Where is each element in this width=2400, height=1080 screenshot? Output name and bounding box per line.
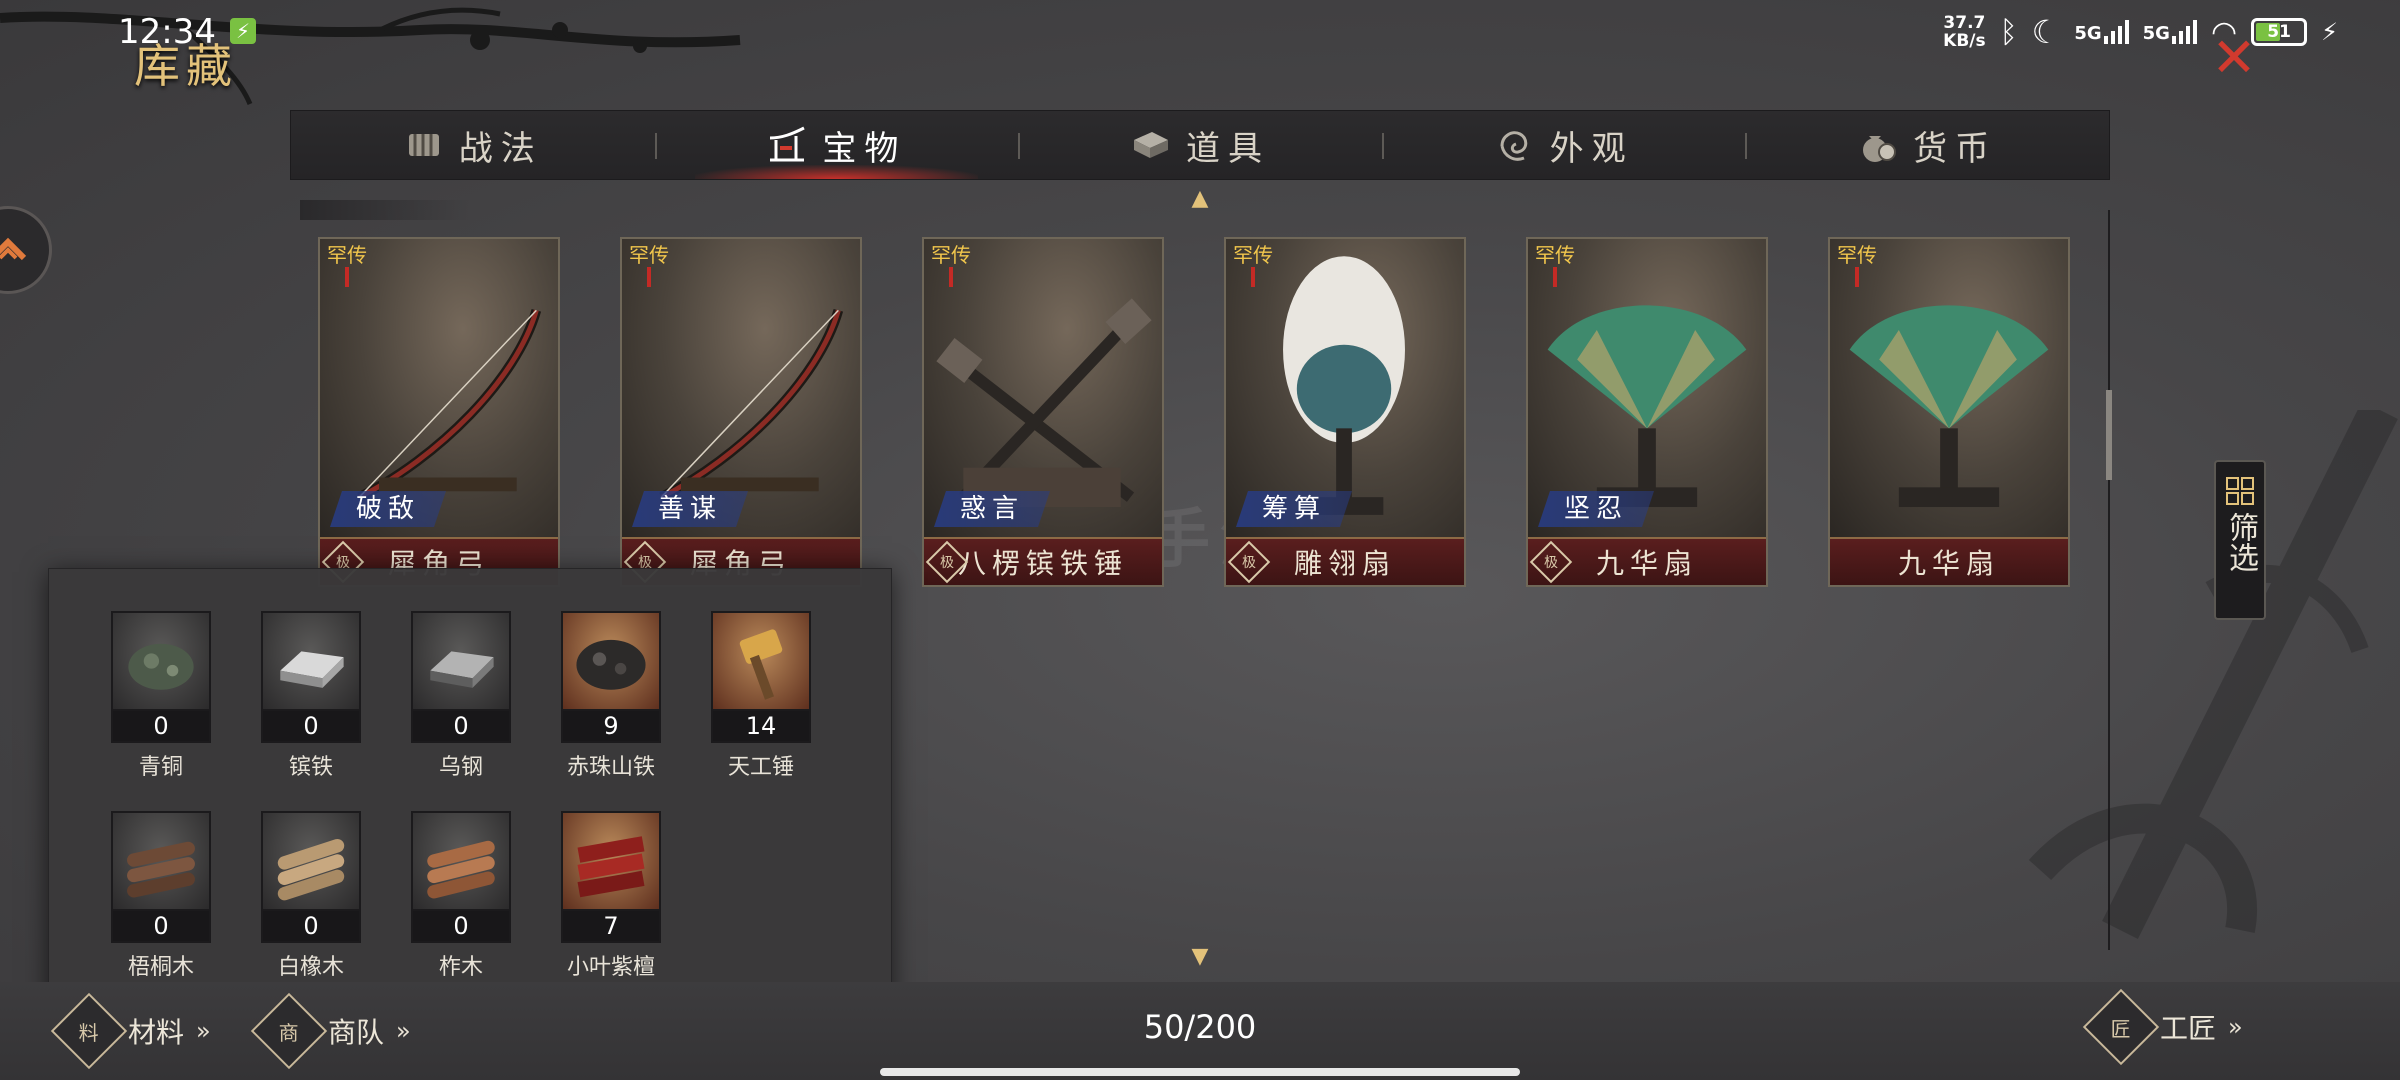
tab-tactics[interactable]: 战法 xyxy=(291,111,655,179)
bronze-ore-icon xyxy=(111,611,211,711)
material-item[interactable]: 0 乌钢 xyxy=(411,611,511,781)
material-item[interactable]: 14 天工锤 xyxy=(711,611,811,781)
rarity-badge: 罕传 xyxy=(1230,245,1276,301)
close-button[interactable]: ✕ xyxy=(2206,30,2262,86)
treasure-name: 雕翎扇 xyxy=(1293,547,1396,580)
double-chevron-icon: » xyxy=(2228,1013,2243,1041)
treasure-name: 九华扇 xyxy=(1897,547,2000,580)
steel-ingot-icon xyxy=(411,611,511,711)
treasure-card[interactable]: 罕传 九华扇 xyxy=(1828,237,2070,587)
scroll-down-arrow-icon[interactable]: ▼ xyxy=(1188,946,1212,968)
scroll-icon xyxy=(408,134,439,156)
rarity-badge: 罕传 xyxy=(928,245,974,301)
skill-tag: 筹算 xyxy=(1236,491,1352,527)
treasure-name: 九华扇 xyxy=(1595,547,1698,580)
tab-label: 宝物 xyxy=(822,128,907,169)
tab-label: 货币 xyxy=(1913,128,1998,169)
inventory-capacity: 50/200 xyxy=(1143,1008,1257,1046)
craftsman-emblem-icon: 匠 xyxy=(2082,988,2160,1066)
skill-tag: 惑言 xyxy=(934,491,1050,527)
material-item[interactable]: 0 梧桐木 xyxy=(111,811,211,981)
iron-ingot-icon xyxy=(261,611,361,711)
skill-tag: 善谋 xyxy=(632,491,748,527)
skill-tag: 破敌 xyxy=(330,491,446,527)
treasure-name-bar: 极 雕翎扇 xyxy=(1226,537,1464,585)
treasure-name-bar: 极 八楞镔铁锤 xyxy=(924,537,1162,585)
treasure-grid: 罕传 破敌 极 犀角弓 罕传 善谋 极 犀角弓 罕传 惑言 极 八楞镔铁锤 罕传… xyxy=(318,237,2078,589)
material-item[interactable]: 9 赤珠山铁 xyxy=(561,611,661,781)
material-item[interactable]: 0 镔铁 xyxy=(261,611,361,781)
pagoda-icon xyxy=(770,126,806,162)
scroll-up-arrow-icon[interactable]: ▲ xyxy=(1188,188,1212,210)
material-item[interactable]: 0 青铜 xyxy=(111,611,211,781)
treasure-name: 八楞镔铁锤 xyxy=(957,547,1128,580)
tab-currency[interactable]: 货币 xyxy=(1745,111,2109,179)
signal-5g-1: 5G xyxy=(2074,20,2129,44)
treasure-card[interactable]: 罕传 坚忍 极 九华扇 xyxy=(1526,237,1768,587)
tab-label: 战法 xyxy=(458,128,543,169)
material-item[interactable]: 0 白橡木 xyxy=(261,811,361,981)
treasure-name-bar: 极 九华扇 xyxy=(1528,537,1766,585)
tab-label: 外观 xyxy=(1549,128,1634,169)
grade-badge-icon: 极 xyxy=(1529,540,1573,584)
page-title: 库藏 xyxy=(134,39,238,93)
materials-button[interactable]: 料 材料 » xyxy=(50,992,211,1070)
bluetooth-icon: ᛒ xyxy=(1999,14,2018,50)
category-tab-bar: 战法 宝物 道具 外观 货币 xyxy=(290,110,2110,180)
ore-icon xyxy=(561,611,661,711)
rarity-badge: 罕传 xyxy=(1532,245,1578,301)
signal-bars-icon xyxy=(2171,20,2197,44)
double-chevron-icon: » xyxy=(396,1017,411,1045)
tab-appearance[interactable]: 外观 xyxy=(1381,111,1746,179)
charging-bolt-icon: ⚡ xyxy=(2321,18,2338,46)
grid-filter-icon xyxy=(2226,477,2254,505)
rarity-badge: 罕传 xyxy=(324,245,370,301)
material-item[interactable]: 7 小叶紫檀 xyxy=(561,811,661,981)
rarity-badge: 罕传 xyxy=(1834,245,1880,301)
filter-button[interactable]: 筛选 xyxy=(2214,460,2266,620)
double-chevron-icon: » xyxy=(196,1017,211,1045)
red-wood-icon xyxy=(561,811,661,911)
scrollbar-track[interactable] xyxy=(2108,210,2110,950)
treasure-card[interactable]: 罕传 破敌 极 犀角弓 xyxy=(318,237,560,587)
treasure-name-bar: 九华扇 xyxy=(1830,537,2068,585)
tab-treasures[interactable]: 宝物 xyxy=(654,111,1019,179)
treasure-card[interactable]: 罕传 筹算 极 雕翎扇 xyxy=(1224,237,1466,587)
craftsman-button[interactable]: 匠 工匠 » xyxy=(2082,988,2243,1066)
tab-items[interactable]: 道具 xyxy=(1018,111,1382,179)
network-speed: 37.7 KB/s xyxy=(1943,13,1986,51)
logs-icon xyxy=(261,811,361,911)
material-item[interactable]: 0 柞木 xyxy=(411,811,511,981)
side-arrow-icon xyxy=(0,237,27,261)
materials-emblem-icon: 料 xyxy=(50,992,128,1070)
home-indicator[interactable] xyxy=(880,1068,1520,1076)
ink-branch-decoration xyxy=(0,7,741,105)
swirl-icon xyxy=(1500,131,1527,161)
scrollbar-thumb[interactable] xyxy=(2106,390,2112,480)
close-icon: ✕ xyxy=(2211,26,2257,89)
skill-tag: 坚忍 xyxy=(1538,491,1654,527)
caravan-button[interactable]: 商 商队 » xyxy=(250,992,411,1070)
materials-popup: 0 青铜 0 镔铁 0 乌钢 9 赤珠山铁 14 天工锤 0 梧桐木 0 白橡木… xyxy=(48,568,892,1012)
grade-badge-icon: 极 xyxy=(1227,540,1271,584)
section-header-strip xyxy=(300,200,470,220)
logs-icon xyxy=(111,811,211,911)
filter-label: 筛选 xyxy=(2223,512,2258,572)
moon-icon: ☾ xyxy=(2031,13,2061,51)
treasure-card[interactable]: 罕传 善谋 极 犀角弓 xyxy=(620,237,862,587)
treasure-card[interactable]: 罕传 惑言 极 八楞镔铁锤 xyxy=(922,237,1164,587)
money-bag-icon xyxy=(1863,136,1897,162)
chest-icon xyxy=(1133,132,1168,158)
signal-bars-icon xyxy=(2103,20,2129,44)
caravan-emblem-icon: 商 xyxy=(250,992,328,1070)
logs-icon xyxy=(411,811,511,911)
side-menu-toggle[interactable] xyxy=(0,206,52,294)
signal-5g-2: 5G xyxy=(2143,20,2197,44)
rarity-badge: 罕传 xyxy=(626,245,672,301)
tab-label: 道具 xyxy=(1185,128,1270,169)
hammer-icon xyxy=(711,611,811,711)
status-icons: 37.7 KB/s ᛒ ☾ 5G 5G ◠ 51 ⚡ xyxy=(1943,10,2338,54)
